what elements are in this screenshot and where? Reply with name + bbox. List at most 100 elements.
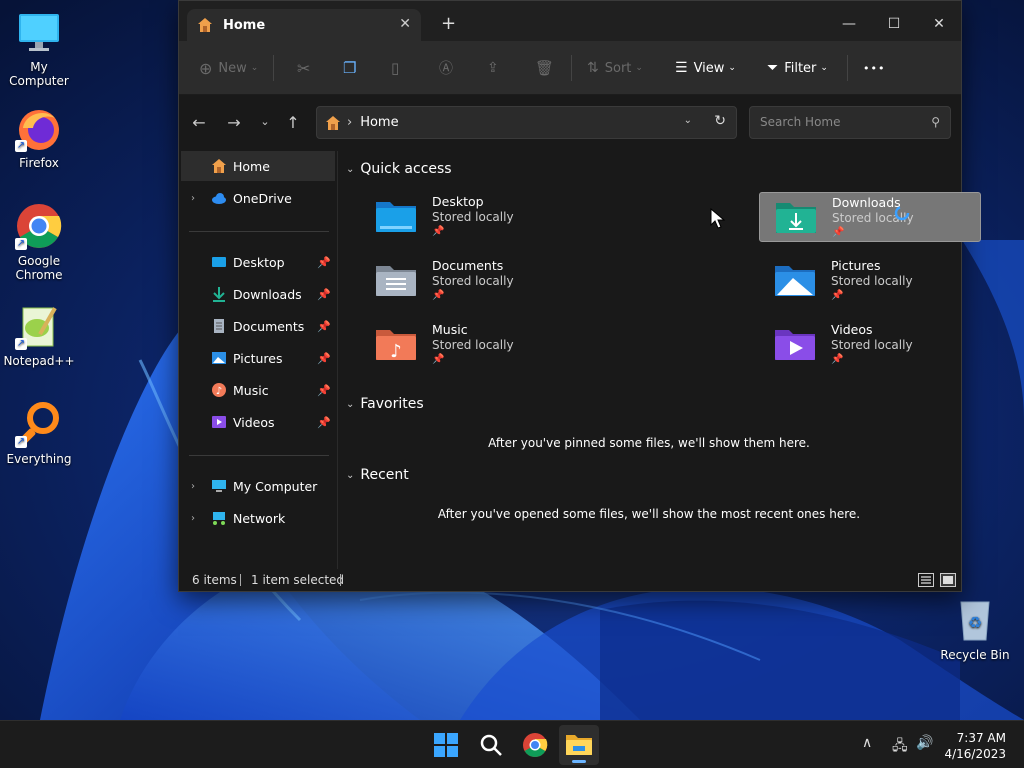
navigation-pane: Home › OneDrive Desktop 📌 Downloads 📌 Do… xyxy=(179,151,337,569)
new-button[interactable]: ⊕ New ⌄ xyxy=(199,57,258,79)
cloud-icon xyxy=(212,193,226,204)
desktop-icon-notepad-plus-plus[interactable]: ↗ Notepad++ xyxy=(1,302,77,368)
chevron-down-icon: ⌄ xyxy=(260,115,270,128)
details-view-button[interactable] xyxy=(918,573,934,587)
copy-button[interactable]: ❐ xyxy=(343,57,356,79)
chevron-right-icon[interactable]: › xyxy=(191,513,195,524)
show-hidden-icons-button[interactable]: ∧ xyxy=(862,735,872,751)
sidebar-item-desktop[interactable]: Desktop 📌 xyxy=(181,247,335,277)
chevron-down-icon[interactable]: ⌄ xyxy=(684,115,692,126)
search-input[interactable]: Search Home xyxy=(760,115,840,129)
taskbar-chrome-button[interactable] xyxy=(519,729,551,761)
sidebar-item-network[interactable]: › Network xyxy=(181,503,335,533)
quick-access-downloads[interactable]: Downloads Stored locally 📌 xyxy=(759,192,981,242)
pin-icon: 📌 xyxy=(432,354,445,365)
quick-access-music[interactable]: ♪ Music Stored locally 📌 xyxy=(360,320,582,370)
taskbar-search-button[interactable] xyxy=(475,729,507,761)
up-button[interactable]: ↑ xyxy=(281,113,305,133)
sidebar-item-videos[interactable]: Videos 📌 xyxy=(181,407,335,437)
pin-icon: 📌 xyxy=(831,354,844,365)
clock[interactable]: 7:37 AM 4/16/2023 xyxy=(944,730,1006,762)
rename-icon: Ⓐ xyxy=(439,61,453,77)
new-label: New xyxy=(218,60,247,76)
share-button[interactable]: ⇪ xyxy=(487,57,499,79)
section-title: Quick access xyxy=(360,161,452,177)
tab-home[interactable]: Home ✕ xyxy=(187,9,421,41)
recent-locations-button[interactable]: ⌄ xyxy=(253,115,277,135)
sidebar-item-pictures[interactable]: Pictures 📌 xyxy=(181,343,335,373)
sidebar-item-onedrive[interactable]: › OneDrive xyxy=(181,183,335,213)
quick-access-pictures[interactable]: Pictures Stored locally 📌 xyxy=(759,256,981,306)
sidebar-item-my-computer[interactable]: › My Computer xyxy=(181,471,335,501)
chevron-right-icon[interactable]: › xyxy=(191,193,195,204)
search-box[interactable]: Search Home ⚲ xyxy=(749,106,951,139)
sidebar-item-label: Pictures xyxy=(233,350,283,366)
sort-button[interactable]: ⇅ Sort ⌄ xyxy=(587,57,643,79)
taskbar-file-explorer-button[interactable] xyxy=(559,725,599,765)
chevron-right-icon[interactable]: › xyxy=(191,481,195,492)
desktop-icon-google-chrome[interactable]: ↗ Google Chrome xyxy=(1,202,77,282)
svg-text:♪: ♪ xyxy=(216,386,222,397)
view-label: View xyxy=(693,60,725,76)
cut-button[interactable]: ✂ xyxy=(297,57,310,79)
desktop-icon-everything[interactable]: ↗ Everything xyxy=(1,400,77,466)
start-button[interactable] xyxy=(430,729,462,761)
tile-name: Videos xyxy=(831,322,873,337)
divider xyxy=(847,55,848,81)
chevron-down-icon: ⌄ xyxy=(250,63,259,73)
recycle-bin-icon: ♻ xyxy=(960,601,990,641)
quick-access-documents[interactable]: Documents Stored locally 📌 xyxy=(360,256,582,306)
refresh-icon[interactable]: ↻ xyxy=(714,113,726,129)
copy-icon: ❐ xyxy=(343,59,357,77)
minimize-button[interactable]: — xyxy=(826,9,872,39)
filter-button[interactable]: ⏷ Filter ⌄ xyxy=(767,57,828,79)
sidebar-item-label: Documents xyxy=(233,318,305,334)
favorites-header[interactable]: ⌄ Favorites xyxy=(346,396,424,412)
desktop-icon-firefox[interactable]: ↗ Firefox xyxy=(1,104,77,170)
rename-button[interactable]: Ⓐ xyxy=(439,57,453,79)
sidebar-item-label: Downloads xyxy=(233,286,302,302)
network-status-icon[interactable]: 🖧 xyxy=(892,735,908,759)
recent-header[interactable]: ⌄ Recent xyxy=(346,467,409,483)
address-bar[interactable]: › Home ⌄ ↻ xyxy=(316,106,737,139)
quick-access-videos[interactable]: Videos Stored locally 📌 xyxy=(759,320,981,370)
tiles-view-button[interactable] xyxy=(940,573,956,587)
view-button[interactable]: ☰ View ⌄ xyxy=(675,57,736,79)
pin-icon: 📌 xyxy=(432,290,445,301)
trash-icon: 🗑 xyxy=(535,59,555,77)
maximize-button[interactable]: ☐ xyxy=(871,9,917,39)
paste-button[interactable]: ▯ xyxy=(391,57,399,79)
mouse-cursor-icon xyxy=(710,208,726,229)
delete-button[interactable]: 🗑 xyxy=(535,57,554,79)
sidebar-item-music[interactable]: ♪ Music 📌 xyxy=(181,375,335,405)
back-button[interactable]: ← xyxy=(187,113,211,133)
sidebar-item-documents[interactable]: Documents 📌 xyxy=(181,311,335,341)
sidebar-item-label: Desktop xyxy=(233,254,285,270)
pin-icon: 📌 xyxy=(317,319,331,333)
new-tab-button[interactable]: + xyxy=(441,13,456,34)
sidebar-item-downloads[interactable]: Downloads 📌 xyxy=(181,279,335,309)
more-options-button[interactable]: ••• xyxy=(863,57,885,79)
sort-label: Sort xyxy=(604,60,632,76)
music-icon: ♪ xyxy=(212,383,226,397)
picture-icon xyxy=(212,352,226,364)
desktop-icon-my-computer[interactable]: My Computer xyxy=(1,8,77,88)
tab-close-button[interactable]: ✕ xyxy=(399,16,411,32)
details-view-icon xyxy=(921,576,931,584)
chevron-down-icon: ⌄ xyxy=(635,63,643,73)
filter-label: Filter xyxy=(784,60,817,76)
chevron-right-icon: › xyxy=(347,115,353,130)
sidebar-item-label: Videos xyxy=(233,414,275,430)
sidebar-item-home[interactable]: Home xyxy=(181,151,335,181)
desktop-icon-recycle-bin[interactable]: ♻ Recycle Bin xyxy=(937,596,1013,662)
divider xyxy=(273,55,274,81)
volume-icon[interactable]: 🔊 xyxy=(916,735,933,751)
forward-button[interactable]: → xyxy=(222,113,246,133)
tile-status: Stored locally xyxy=(432,338,514,352)
network-icon xyxy=(213,512,225,525)
quick-access-header[interactable]: ⌄ Quick access xyxy=(346,161,452,177)
status-bar: 6 items 1 item selected xyxy=(179,569,961,591)
close-button[interactable]: ✕ xyxy=(916,9,962,39)
address-path: Home xyxy=(360,115,399,130)
quick-access-desktop[interactable]: Desktop Stored locally 📌 xyxy=(360,192,582,242)
